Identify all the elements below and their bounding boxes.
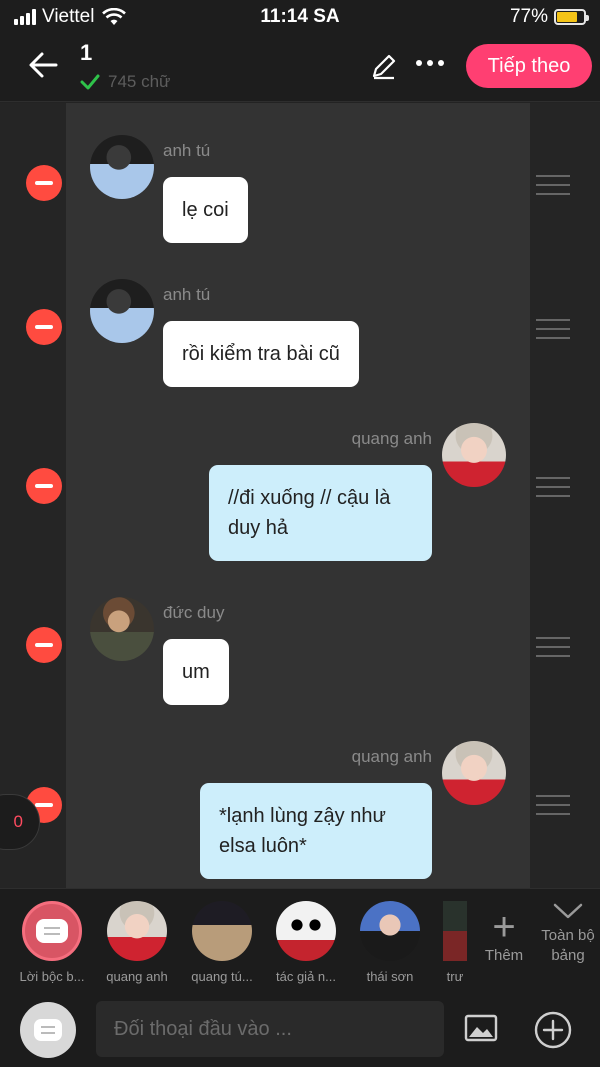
- full-board-label: Toàn bộ bảng: [541, 927, 595, 964]
- message-bubble[interactable]: um: [163, 639, 229, 705]
- status-bar: Viettel 11:14 SA 77%: [0, 0, 600, 34]
- avatar: [192, 901, 252, 961]
- character-thai-son[interactable]: thái sơn: [348, 901, 432, 984]
- character-label: tác giả n...: [276, 969, 336, 984]
- delete-message-icon[interactable]: [26, 627, 62, 663]
- chapter-title[interactable]: 1: [80, 40, 92, 66]
- avatar: [443, 901, 467, 961]
- character-label: quang tú...: [191, 969, 253, 984]
- battery-icon: [554, 9, 589, 25]
- message-bubble[interactable]: *lạnh lùng zậy như elsa luôn*: [200, 783, 432, 879]
- speaker-name: anh tú: [163, 285, 211, 304]
- avatar[interactable]: [90, 135, 154, 199]
- back-arrow-icon[interactable]: [26, 48, 60, 82]
- message-bubble[interactable]: rồi kiểm tra bài cũ: [163, 321, 359, 387]
- avatar[interactable]: [442, 423, 506, 487]
- speaker-name: đức duy: [163, 603, 225, 622]
- narrator-toggle-icon[interactable]: [20, 1002, 76, 1058]
- avatar[interactable]: [90, 279, 154, 343]
- avatar: [276, 901, 336, 961]
- full-board-button[interactable]: Toàn bộ bảng: [536, 901, 600, 966]
- image-icon[interactable]: [464, 1014, 498, 1042]
- plus-icon: +: [492, 905, 516, 949]
- dialogue-input[interactable]: [96, 1001, 444, 1057]
- battery-info: 77%: [509, 6, 589, 28]
- character-narrator[interactable]: Lời bộc b...: [10, 901, 94, 984]
- drag-handle-icon[interactable]: [536, 637, 570, 657]
- battery-percent: 77%: [509, 6, 548, 27]
- message-bubble[interactable]: //đi xuống // cậu là duy hả: [209, 465, 432, 561]
- chat-area: anh tú lẹ coi anh tú rồi kiểm tra bài cũ…: [0, 103, 600, 888]
- speaker-name: quang anh: [351, 747, 432, 766]
- speaker-name: quang anh: [351, 429, 432, 448]
- add-character-label: Thêm: [484, 947, 524, 964]
- add-icon[interactable]: [533, 1010, 573, 1050]
- character-author[interactable]: tác giả n...: [264, 901, 348, 984]
- avatar: [360, 901, 420, 961]
- avatar: [107, 901, 167, 961]
- next-button[interactable]: Tiếp theo: [466, 44, 592, 88]
- word-count: 745 chữ: [80, 72, 170, 92]
- character-truncated[interactable]: trư: [432, 901, 478, 984]
- delete-message-icon[interactable]: [26, 165, 62, 201]
- more-options-icon[interactable]: [416, 60, 444, 66]
- drag-handle-icon[interactable]: [536, 795, 570, 815]
- delete-message-icon[interactable]: [26, 468, 62, 504]
- character-label: thái sơn: [366, 969, 414, 984]
- drag-handle-icon[interactable]: [536, 319, 570, 339]
- speaker-name: anh tú: [163, 141, 211, 160]
- top-bar: 1 745 chữ Tiếp theo: [0, 34, 600, 136]
- add-character-button[interactable]: + Thêm: [476, 905, 532, 964]
- drag-handle-icon[interactable]: [536, 477, 570, 497]
- narrator-icon: [22, 901, 82, 961]
- word-count-text: 745 chữ: [108, 72, 171, 91]
- check-icon: [80, 74, 100, 90]
- message-bubble[interactable]: lẹ coi: [163, 177, 248, 243]
- avatar[interactable]: [90, 597, 154, 661]
- delete-message-icon[interactable]: [26, 309, 62, 345]
- character-label: trư: [446, 969, 464, 984]
- input-bar: [0, 988, 600, 1067]
- character-label: quang anh: [106, 969, 168, 984]
- avatar[interactable]: [442, 741, 506, 805]
- character-quang-anh[interactable]: quang anh: [95, 901, 179, 984]
- character-label: Lời bộc b...: [19, 969, 85, 984]
- character-bar: Lời bộc b... quang anh quang tú... tác g…: [0, 888, 600, 988]
- pencil-icon[interactable]: [370, 52, 398, 80]
- chevron-down-icon: [553, 903, 583, 919]
- character-quang-tu[interactable]: quang tú...: [180, 901, 264, 984]
- drag-handle-icon[interactable]: [536, 175, 570, 195]
